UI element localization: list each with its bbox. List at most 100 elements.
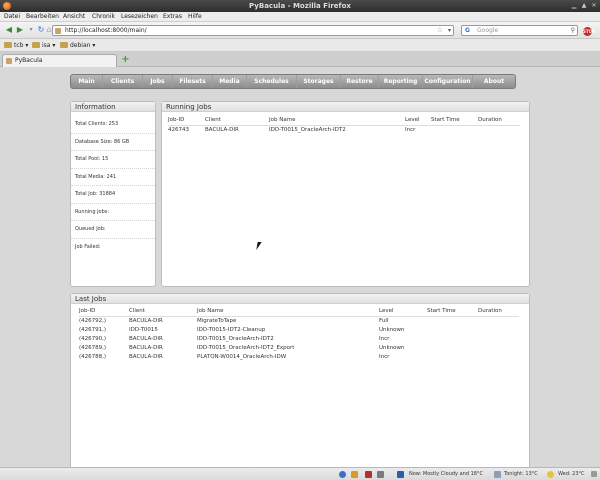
minimize-icon[interactable]: ▁ [570,2,578,10]
cell-job-id: (426790,) [79,335,107,342]
cell-start-time [427,334,478,343]
column-header: Start Time [427,307,478,317]
column-header: Job Name [269,116,405,126]
cell-job-name: MigrateToTape [197,317,237,324]
nav-filesets[interactable]: Filesets [173,75,213,88]
addon-icon[interactable] [351,471,358,478]
info-total-media: Total Media: 241 [71,169,155,186]
url-text[interactable]: http://localhost:8000/main/ [65,27,147,34]
new-tab-icon[interactable]: + [121,55,130,65]
cell-level: Incr [379,353,390,360]
table-row[interactable]: (426792,) BACULA-DIR MigrateToTape Full [79,316,519,325]
weather-now: Now: Mostly Cloudy and 18°C [409,471,483,477]
menu-extras[interactable]: Extras [163,13,182,20]
stop-icon[interactable]: STOP [583,27,595,36]
nav-clients[interactable]: Clients [103,75,143,88]
bookmark-folder-debian[interactable]: debian ▾ [60,41,95,50]
menu-lesezeichen[interactable]: Lesezeichen [121,13,158,20]
search-box[interactable]: G Google ⚲ [461,25,578,36]
cell-level: Unknown [379,326,405,333]
maximize-icon[interactable]: ▲ [580,2,588,10]
table-row[interactable]: (426791,) IDD-T0015 IDD-T0015-IDT2-Clean… [79,325,519,334]
nav-reporting[interactable]: Reporting [379,75,423,88]
weather-icon [397,471,404,478]
tab-favicon-icon [6,58,12,64]
folder-icon [4,42,12,48]
cloud-icon [494,471,501,478]
cell-job-id: (426789,) [79,344,107,351]
column-header: Job-ID [79,307,129,317]
bookmark-label: debian [70,42,91,49]
menu-bearbeiten[interactable]: Bearbeiten [26,13,59,20]
tab-pybacula[interactable]: PyBacula [2,54,117,67]
search-placeholder: Google [477,27,499,34]
cell-client: IDD-T0015 [129,326,158,333]
cell-job-id: (426792,) [79,317,107,324]
folder-icon [60,42,68,48]
sun-icon [547,471,554,478]
search-engine-icon[interactable]: G [465,27,470,34]
menu-ansicht[interactable]: Ansicht [63,13,85,20]
menu-hilfe[interactable]: Hilfe [188,13,202,20]
cell-job-name: IDD-T0015_OracleArch-IDT2 [197,335,274,342]
cell-duration [478,352,519,361]
nav-jobs[interactable]: Jobs [143,75,173,88]
close-icon[interactable]: ✕ [590,2,598,10]
bookmark-folder-isa[interactable]: isa ▾ [32,41,55,50]
table-header-row: Job-ID Client Job Name Level Start Time … [168,116,520,126]
menu-chronik[interactable]: Chronik [92,13,115,20]
cell-job-id: 426743 [168,126,189,133]
running-jobs-panel: Running Jobs Job-ID Client Job Name Leve… [161,101,530,287]
history-dropdown-icon[interactable]: ▾ [26,25,36,35]
table-header-row: Job-ID Client Job Name Level Start Time … [79,307,519,317]
nav-storages[interactable]: Storages [297,75,341,88]
back-icon[interactable]: ◀ [4,25,14,35]
search-magnifier-icon[interactable]: ⚲ [571,27,575,34]
cell-start-time [431,125,478,134]
cell-start-time [427,325,478,334]
tools-icon[interactable] [365,471,372,478]
globe-icon[interactable] [339,471,346,478]
nav-about[interactable]: About [473,75,515,88]
window-titlebar: PyBacula - Mozilla Firefox ▁ ▲ ✕ [0,0,600,12]
information-panel: Information Total Clients: 253 Database … [70,101,156,287]
info-job-failed: Job Failed: [75,243,101,250]
grid-icon[interactable] [377,471,384,478]
column-header: Job-ID [168,116,205,126]
resize-grip-icon[interactable] [591,471,597,477]
bookmark-label: tcb [14,42,24,49]
cell-client: BACULA-DIR [129,317,163,324]
cell-job-id: (426788,) [79,353,107,360]
last-jobs-panel: Last Jobs Job-ID Client Job Name Level S… [70,293,530,480]
info-total-pool: Total Pool: 15 [71,151,155,169]
tab-label: PyBacula [15,57,43,64]
nav-restore[interactable]: Restore [341,75,379,88]
cell-duration [478,343,519,352]
column-header: Client [129,307,197,317]
nav-schedules[interactable]: Schedules [247,75,297,88]
site-favicon-icon [55,28,61,34]
forward-icon[interactable]: ▶ [15,25,25,35]
menu-datei[interactable]: Datei [4,13,20,20]
cell-start-time [427,316,478,325]
running-jobs-title: Running Jobs [162,102,529,112]
url-dropdown-icon[interactable]: ▾ [448,27,451,34]
info-running-jobs: Running Jobs: [71,204,155,221]
cell-client: BACULA-DIR [205,126,239,133]
table-row[interactable]: (426789,) BACULA-DIR IDD-T0015_OracleArc… [79,343,519,352]
table-row[interactable]: (426788,) BACULA-DIR PLATON-W0014_Oracle… [79,352,519,361]
cell-job-name: PLATON-W0014_OracleArch-IDW [197,353,287,360]
info-database-size: Database Size: 86 GB [71,134,155,151]
cell-duration [478,125,520,134]
url-bar[interactable]: http://localhost:8000/main/ ☆ ▾ [52,25,454,36]
window-title: PyBacula - Mozilla Firefox [249,2,351,10]
table-row[interactable]: 426743 BACULA-DIR IDD-T0015_OracleArch-I… [168,125,520,134]
table-row[interactable]: (426790,) BACULA-DIR IDD-T0015_OracleArc… [79,334,519,343]
nav-main[interactable]: Main [71,75,103,88]
bookmarks-bar: tcb ▾ isa ▾ debian ▾ [0,39,600,52]
bookmark-star-icon[interactable]: ☆ [437,26,443,34]
nav-configuration[interactable]: Configuration [423,75,473,88]
nav-media[interactable]: Media [213,75,247,88]
page-content: Main Clients Jobs Filesets Media Schedul… [0,67,600,480]
bookmark-folder-tcb[interactable]: tcb ▾ [4,41,28,50]
